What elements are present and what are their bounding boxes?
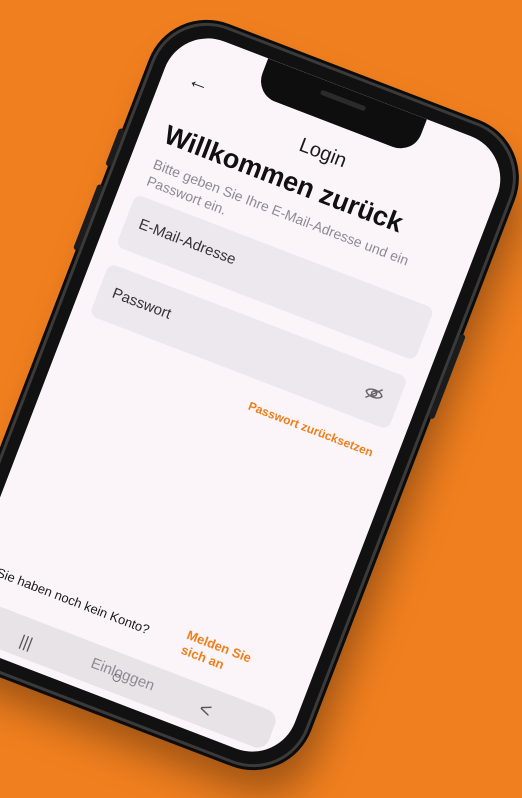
home-icon[interactable]: ○ bbox=[108, 666, 125, 690]
volume-up-button bbox=[105, 127, 126, 168]
email-label: E-Mail-Adresse bbox=[136, 215, 239, 269]
password-label: Passwort bbox=[109, 284, 174, 323]
speaker bbox=[319, 89, 367, 112]
phone-frame: ← Login Willkommen zurück Bitte geben Si… bbox=[0, 9, 522, 781]
nav-back-icon[interactable]: < bbox=[196, 698, 215, 724]
eye-off-icon[interactable] bbox=[361, 381, 387, 407]
recents-icon[interactable]: ||| bbox=[17, 633, 35, 654]
scene: ← Login Willkommen zurück Bitte geben Si… bbox=[0, 0, 522, 798]
